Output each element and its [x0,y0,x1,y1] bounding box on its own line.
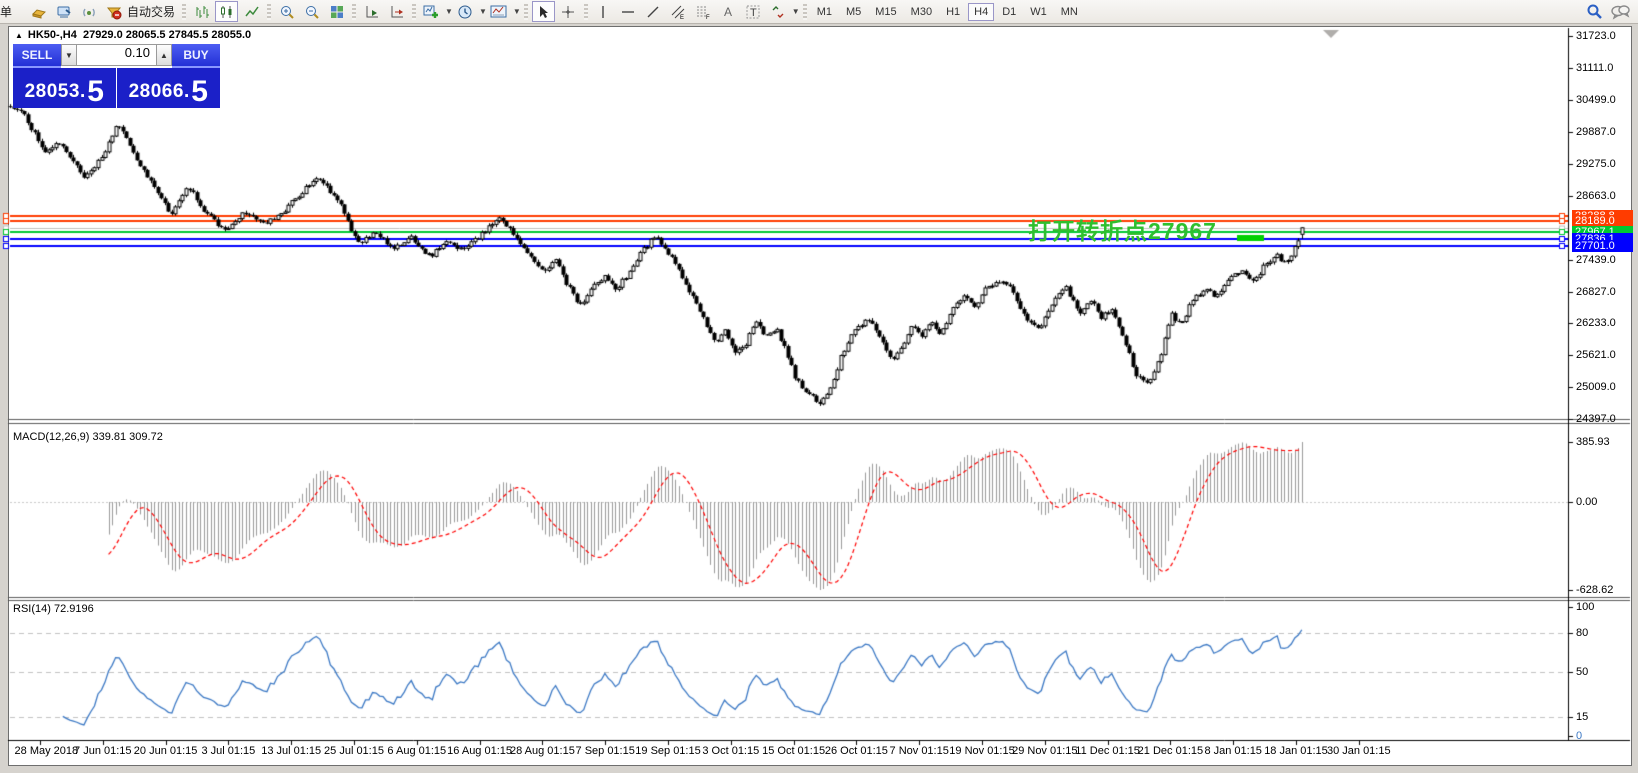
price-tick-label: 31723.0 [1576,30,1616,42]
time-tick-label: 7 Nov 01:15 [890,745,949,757]
time-tick-label: 29 Nov 01:15 [1012,745,1077,757]
time-tick-label: 7 Jun 01:15 [74,745,132,757]
one-click-trading-panel: SELL ▼ 0.10 ▲ BUY 28053.5 28066.5 [13,44,220,108]
price-tick-label: 25621.0 [1576,349,1616,361]
rsi-scale-label: 50 [1576,666,1588,678]
time-tick-label: 7 Sep 01:15 [576,745,635,757]
time-tick-label: 16 Aug 01:15 [447,745,512,757]
price-tick-label: 26827.0 [1576,286,1616,298]
time-tick-label: 6 Aug 01:15 [387,745,446,757]
sell-price-dot: . [80,81,85,103]
volume-increase-button[interactable]: ▲ [156,44,172,66]
buy-button[interactable]: BUY [172,44,220,68]
price-tick-label: 29887.0 [1576,126,1616,138]
buy-price[interactable]: 28066.5 [117,68,221,108]
rsi-label: RSI(14) 72.9196 [13,603,94,615]
price-tick-label: 28663.0 [1576,190,1616,202]
sell-price[interactable]: 28053.5 [13,68,117,108]
volume-stepper: ▼ 0.10 ▲ [61,44,172,68]
time-tick-label: 15 Oct 01:15 [762,745,825,757]
price-tick-label: 24397.0 [1576,413,1616,425]
time-tick-label: 25 Jul 01:15 [324,745,384,757]
sell-button[interactable]: SELL [13,44,61,68]
sell-price-main: 28053 [25,81,80,103]
chart-title: ▲ HK50-,H4 27929.0 28065.5 27845.5 28055.… [15,29,251,41]
time-tick-label: 28 Aug 01:15 [510,745,575,757]
collapse-panel-arrow[interactable]: ▲ [15,31,23,40]
time-tick-label: 20 Jun 01:15 [134,745,198,757]
time-tick-label: 28 May 2018 [15,745,79,757]
time-tick-label: 30 Jan 01:15 [1327,745,1391,757]
price-tick-label: 25009.0 [1576,381,1616,393]
rsi-scale-label: 15 [1576,711,1588,723]
macd-scale-label: 0.00 [1576,496,1597,508]
macd-scale-label: 385.93 [1576,436,1610,448]
rsi-scale-label: 0 [1576,730,1582,742]
buy-price-dot: . [184,81,189,103]
rsi-scale-label: 100 [1576,601,1594,613]
time-tick-label: 13 Jul 01:15 [261,745,321,757]
ohlc-values: 27929.0 28065.5 27845.5 28055.0 [83,29,251,41]
macd-label: MACD(12,26,9) 339.81 309.72 [13,431,163,443]
price-tick-label: 27439.0 [1576,254,1616,266]
volume-value[interactable]: 0.10 [77,44,156,66]
mt4-terminal: 打单 自动交易 [0,0,1638,773]
time-tick-label: 26 Oct 01:15 [825,745,888,757]
time-tick-label: 3 Jul 01:15 [201,745,255,757]
hline-price-tag: 28189.0 [1572,215,1633,227]
price-tick-label: 26233.0 [1576,317,1616,329]
price-tick-label: 31111.0 [1576,62,1613,74]
hline-price-tag: 27701.0 [1572,240,1633,252]
time-tick-label: 3 Oct 01:15 [702,745,759,757]
price-tick-label: 30499.0 [1576,94,1616,106]
price-tick-label: 29275.0 [1576,158,1616,170]
buy-price-main: 28066 [129,81,184,103]
time-tick-label: 11 Dec 01:15 [1075,745,1140,757]
macd-scale-label: -628.62 [1576,584,1613,596]
time-tick-label: 18 Jan 01:15 [1264,745,1328,757]
volume-decrease-button[interactable]: ▼ [61,44,77,66]
time-tick-label: 21 Dec 01:15 [1138,745,1203,757]
candlestick-chart-canvas[interactable] [0,0,1638,773]
time-tick-label: 19 Nov 01:15 [949,745,1014,757]
symbol-period: HK50-,H4 [28,29,77,41]
sell-price-decimal: 5 [87,81,104,103]
buy-price-decimal: 5 [191,81,208,103]
time-tick-label: 19 Sep 01:15 [635,745,700,757]
time-tick-label: 8 Jan 01:15 [1204,745,1262,757]
rsi-scale-label: 80 [1576,627,1588,639]
turning-point-annotation[interactable]: 打开转折点27967 [1028,212,1217,246]
